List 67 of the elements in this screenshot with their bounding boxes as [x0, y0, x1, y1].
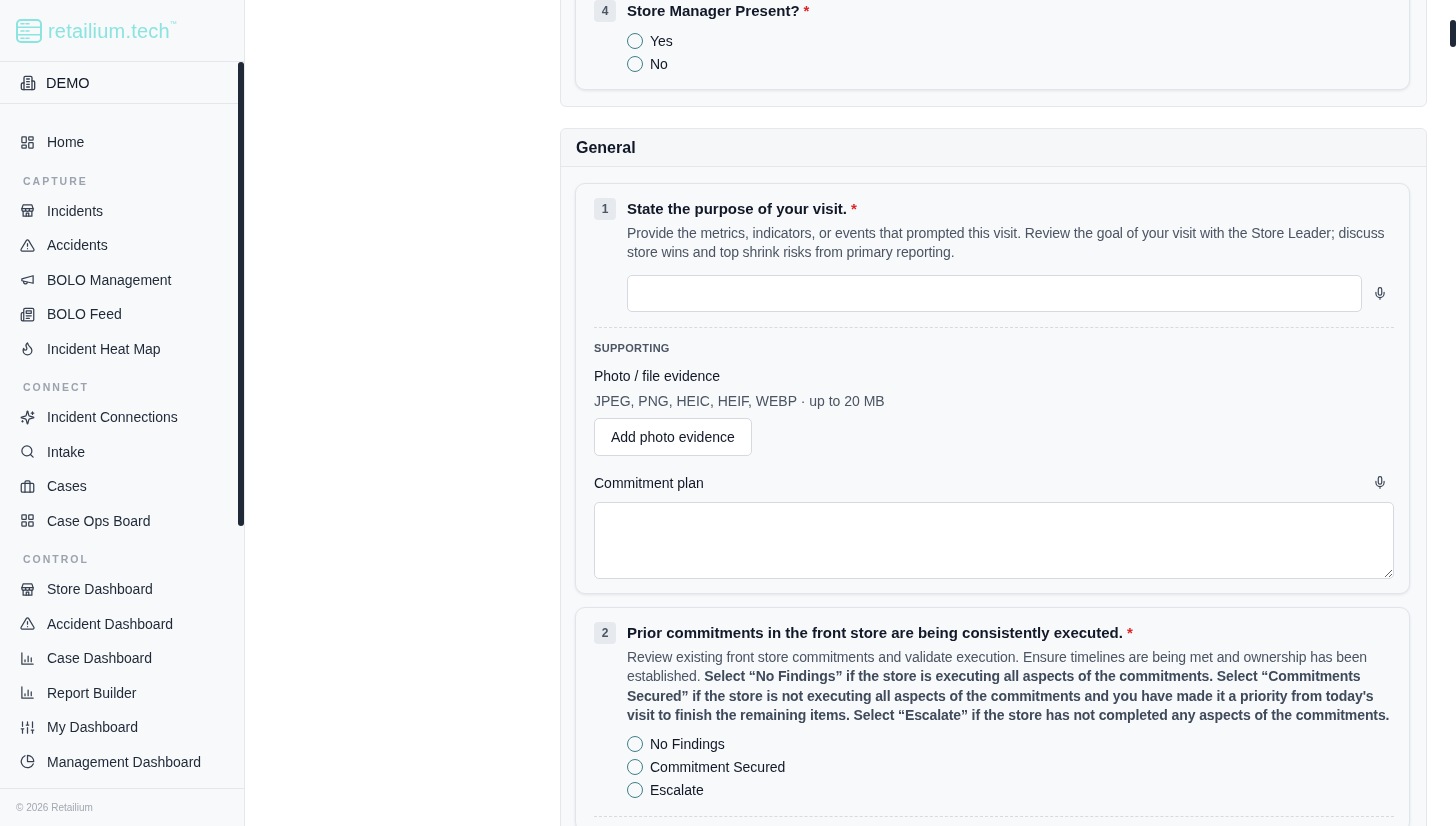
required-asterisk: * [1126, 622, 1133, 643]
logo-icon [16, 18, 42, 43]
option-label[interactable]: Yes [650, 31, 673, 50]
question-title: State the purpose of your visit. [627, 199, 848, 219]
nav-item[interactable]: Incidents [0, 193, 238, 228]
nav-section-heading: CAPTURE [22, 173, 89, 189]
storefront-icon [20, 581, 35, 597]
brand-name: retailium.tech$^{™}$ [48, 18, 177, 43]
search-icon [20, 444, 35, 460]
field-label: Photo / file evidence [594, 366, 721, 386]
text-field[interactable] [627, 274, 1362, 312]
nav-item[interactable]: Accident Dashboard [0, 606, 238, 641]
question-number: 4 [594, 0, 616, 22]
flame-icon [20, 341, 35, 357]
field-label: Commitment plan [594, 473, 704, 493]
field-hint: JPEG, PNG, HEIC, HEIF, WEBP · up to 20 MB [594, 391, 885, 411]
warning-icon [20, 616, 35, 632]
bar-chart-icon [20, 685, 35, 701]
supporting-heading: SUPPORTING [594, 340, 670, 355]
scrollbar[interactable] [238, 62, 244, 526]
question-number: 1 [594, 198, 616, 220]
storefront-icon [20, 203, 35, 219]
question-title: Prior commitments in the front store are being consistently executed. [627, 622, 1123, 643]
warning-icon [20, 237, 35, 253]
workspace-button[interactable]: DEMO [0, 62, 238, 104]
nav-item[interactable]: My Dashboard [0, 710, 238, 745]
nav-section-heading: CONTROL [22, 552, 90, 567]
option-label[interactable]: Escalate [650, 780, 704, 799]
option-label[interactable]: No [650, 54, 668, 73]
option-label[interactable]: Commitment Secured [650, 757, 786, 776]
nav-item[interactable]: BOLO Feed [0, 297, 238, 332]
megaphone-icon [20, 272, 35, 288]
required-asterisk: * [851, 199, 857, 219]
nav-item[interactable]: BOLO Management [0, 262, 238, 297]
nav-item[interactable]: Incident Heat Map [0, 331, 238, 366]
microphone-icon[interactable] [1373, 285, 1387, 301]
newspaper-icon [20, 306, 35, 322]
nav-item[interactable]: Case Ops Board [0, 503, 238, 538]
sparkle-icon [20, 409, 35, 425]
nav-item[interactable]: Home [0, 125, 238, 160]
dashboard-icon [20, 134, 35, 150]
pie-chart-icon [20, 754, 35, 770]
sliders-icon [20, 719, 35, 735]
nav-item[interactable]: Case Dashboard [0, 641, 238, 676]
question-description: Provide the metrics, indicators, or events that prompted this visit. Review the goal of your visit with the Store Leader; discuss store wins and top shrink risks from primary reporting. [627, 224, 1386, 263]
building-icon [20, 74, 36, 91]
nav-item[interactable]: Accidents [0, 228, 238, 263]
nav-section-heading: CONNECT [22, 380, 90, 395]
add-photo-button[interactable]: Add photo evidence [594, 417, 752, 456]
copyright-text: © 2026 Retailium [0, 788, 244, 826]
briefcase-icon [20, 478, 35, 494]
nav-item[interactable]: Report Builder [0, 675, 238, 710]
nav-item[interactable]: Incident Connections [0, 400, 238, 435]
option-label[interactable]: No Findings [650, 734, 725, 753]
nav-item[interactable]: Management Dashboard [0, 744, 238, 779]
microphone-icon[interactable] [1373, 475, 1387, 491]
grid-icon [20, 513, 35, 529]
question-number: 2 [594, 621, 616, 644]
textarea-field[interactable] [594, 501, 1394, 579]
nav-item[interactable]: Store Dashboard [0, 572, 238, 607]
nav-item[interactable]: Cases [0, 469, 238, 504]
question-description: Review existing front store commitments and validate execution. Ensure timelines are being met and ownership has been established. Select “No Findings” if the store is executing all aspects of the commitments. Select “Commitments Secured” if the store is not executing all aspects of the commitments and you have made it a priority from today's visit to finish the remaining items. Select “Escalate” if the store has not completed any aspects of the commitments. [627, 647, 1391, 726]
question-title: Store Manager Present? [627, 1, 800, 21]
required-asterisk: * [803, 1, 810, 21]
bar-chart-icon [20, 650, 35, 666]
scrollbar[interactable] [1450, 20, 1456, 47]
nav-item[interactable]: Intake [0, 434, 238, 469]
